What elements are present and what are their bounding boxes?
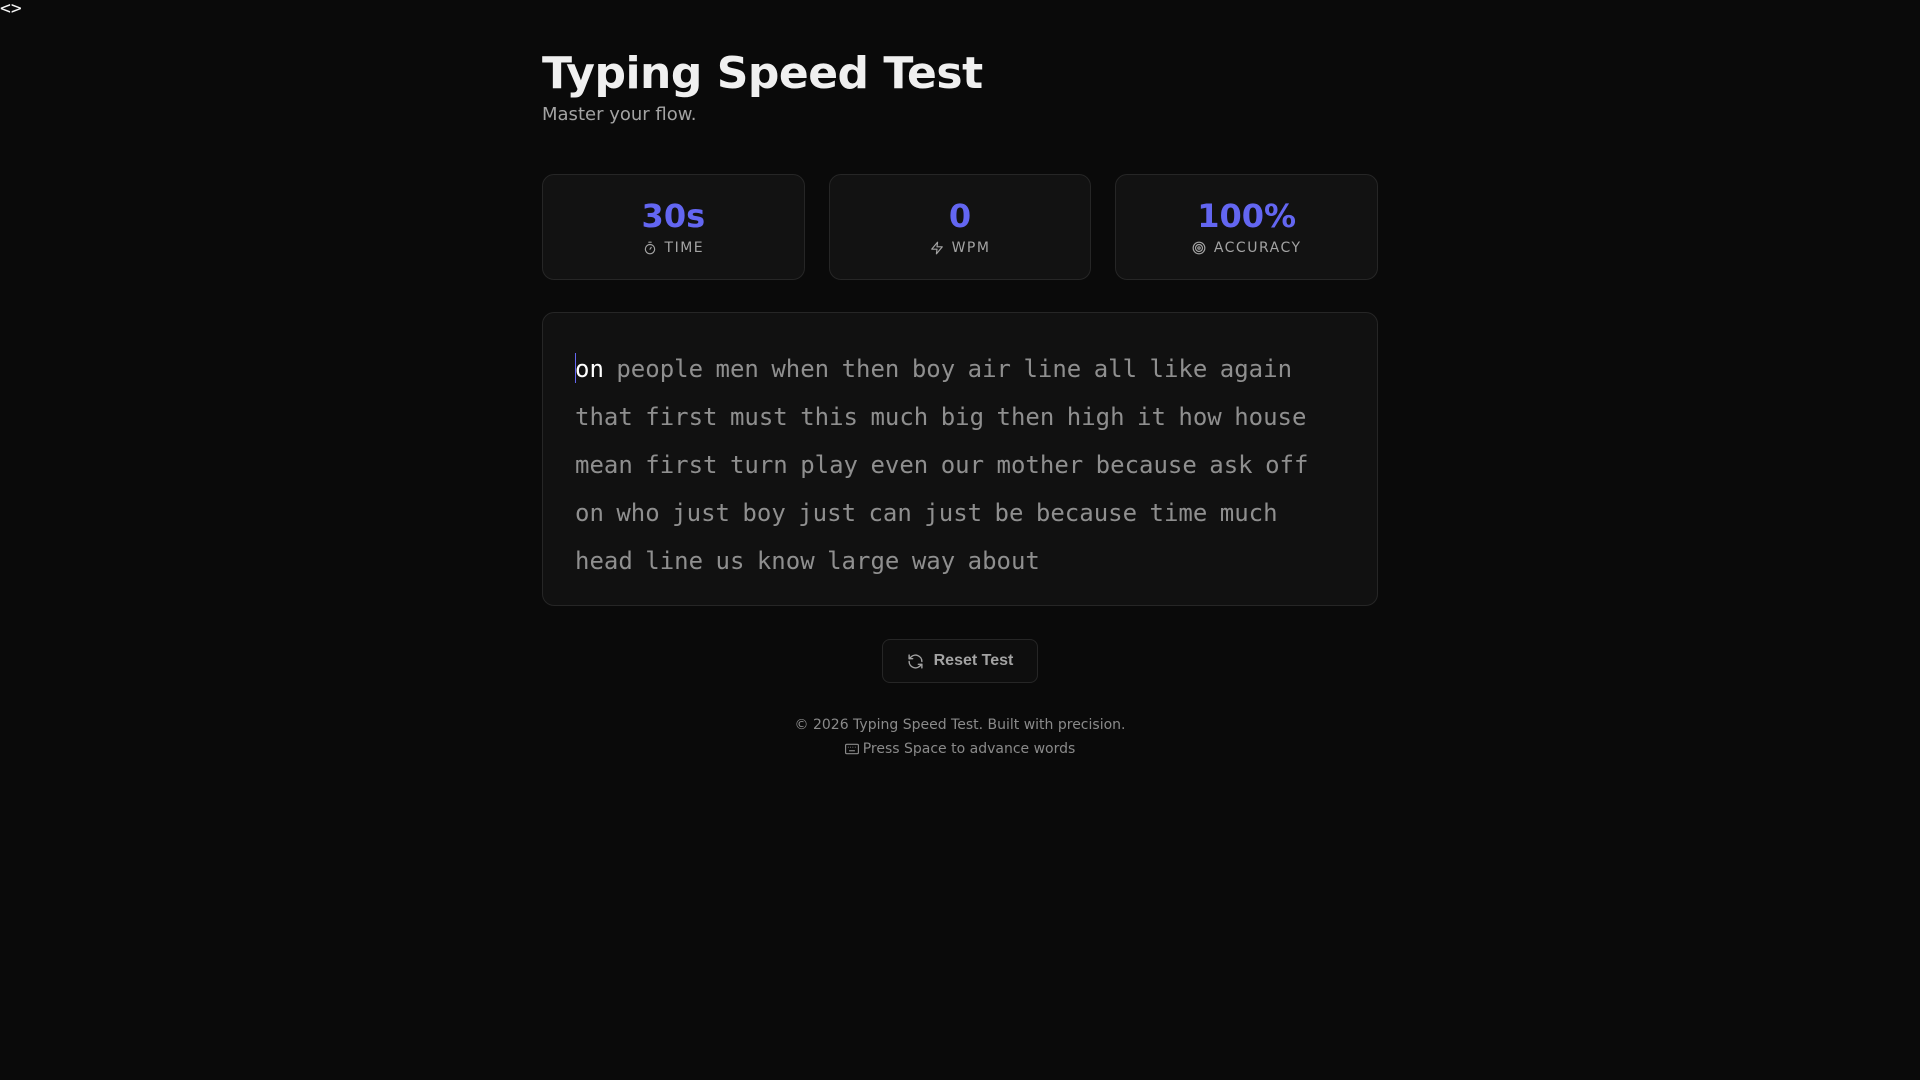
word: because (1095, 451, 1197, 479)
word: house (1234, 403, 1307, 431)
lightning-icon (930, 241, 943, 255)
word: just (924, 499, 983, 527)
word: must (729, 403, 788, 431)
time-value: 30s (641, 197, 706, 235)
word: first (645, 451, 718, 479)
footer-copyright: © 2026 Typing Speed Test. Built with pre… (794, 717, 1126, 733)
word: just (672, 499, 730, 527)
word: that (575, 403, 633, 431)
wpm-label-row: WPM (930, 239, 991, 257)
word: even (870, 451, 929, 479)
footer: © 2026 Typing Speed Test. Built with pre… (542, 713, 1378, 761)
word: much (1219, 499, 1278, 527)
word: us (715, 547, 745, 575)
word: how (1178, 403, 1222, 431)
word: our (940, 451, 985, 479)
typing-text-panel[interactable]: on people men when then boy air line all… (542, 312, 1378, 606)
word: this (800, 403, 858, 431)
word: line (1023, 355, 1082, 383)
refresh-icon (908, 653, 923, 669)
word: large (827, 547, 900, 575)
actions-row: Reset Test (542, 639, 1378, 683)
time-stat-card: 30s TIME (542, 174, 805, 280)
word: mean (575, 451, 633, 479)
word: much (870, 403, 929, 431)
word: be (994, 499, 1024, 527)
target-icon (1192, 241, 1206, 255)
word: way (911, 547, 956, 575)
word: air (967, 355, 1011, 383)
active-word: on (575, 355, 604, 383)
main-container: Typing Speed Test Master your flow. 30s … (542, 0, 1379, 761)
word: then (841, 355, 900, 383)
word: time (1149, 499, 1208, 527)
word: high (1066, 403, 1125, 431)
accuracy-value: 100% (1197, 197, 1297, 235)
page-subtitle: Master your flow. (542, 104, 697, 125)
word: boy (742, 499, 786, 527)
word: when (771, 355, 830, 383)
word: first (645, 403, 718, 431)
page-title: Typing Speed Test (542, 48, 983, 99)
keyboard-icon (844, 743, 859, 755)
word: off (1265, 451, 1309, 479)
corner-mark: <> (0, 0, 22, 19)
footer-hint: Press Space to advance words (542, 737, 1378, 761)
accuracy-stat-card: 100% ACCURACY (1115, 174, 1379, 280)
word: all (1093, 355, 1138, 383)
accuracy-label: ACCURACY (1213, 240, 1302, 256)
word: it (1137, 403, 1166, 431)
word: know (756, 547, 815, 575)
word: play (800, 451, 858, 479)
word: can (868, 499, 912, 527)
wpm-value: 0 (948, 197, 972, 235)
word: who (616, 499, 660, 527)
word: turn (729, 451, 788, 479)
word: big (940, 403, 985, 431)
wpm-stat-card: 0 WPM (828, 174, 1092, 280)
wpm-label: WPM (951, 240, 991, 256)
word: boy (911, 355, 956, 383)
word: like (1149, 355, 1208, 383)
reset-test-label: Reset Test (933, 652, 1014, 669)
word: people (616, 355, 704, 383)
reset-test-button[interactable]: Reset Test (881, 639, 1039, 683)
word: head (575, 547, 633, 575)
footer-hint-text: Press Space to advance words (862, 741, 1076, 757)
word: men (715, 355, 759, 383)
word: about (967, 547, 1040, 575)
word: on (575, 499, 604, 527)
word-list: on people men when then boy air line all… (575, 345, 1345, 585)
word: then (996, 403, 1055, 431)
accuracy-label-row: ACCURACY (1192, 239, 1302, 257)
stats-row: 30s TIME 0 WPM 100% ACCURACY (542, 174, 1379, 280)
time-label: TIME (664, 240, 705, 256)
word: again (1219, 355, 1293, 383)
word: just (798, 499, 857, 527)
word: line (645, 547, 704, 575)
word: because (1035, 499, 1138, 527)
word: mother (996, 451, 1084, 479)
time-label-row: TIME (643, 239, 705, 257)
timer-icon (644, 241, 655, 255)
word: ask (1209, 451, 1253, 479)
